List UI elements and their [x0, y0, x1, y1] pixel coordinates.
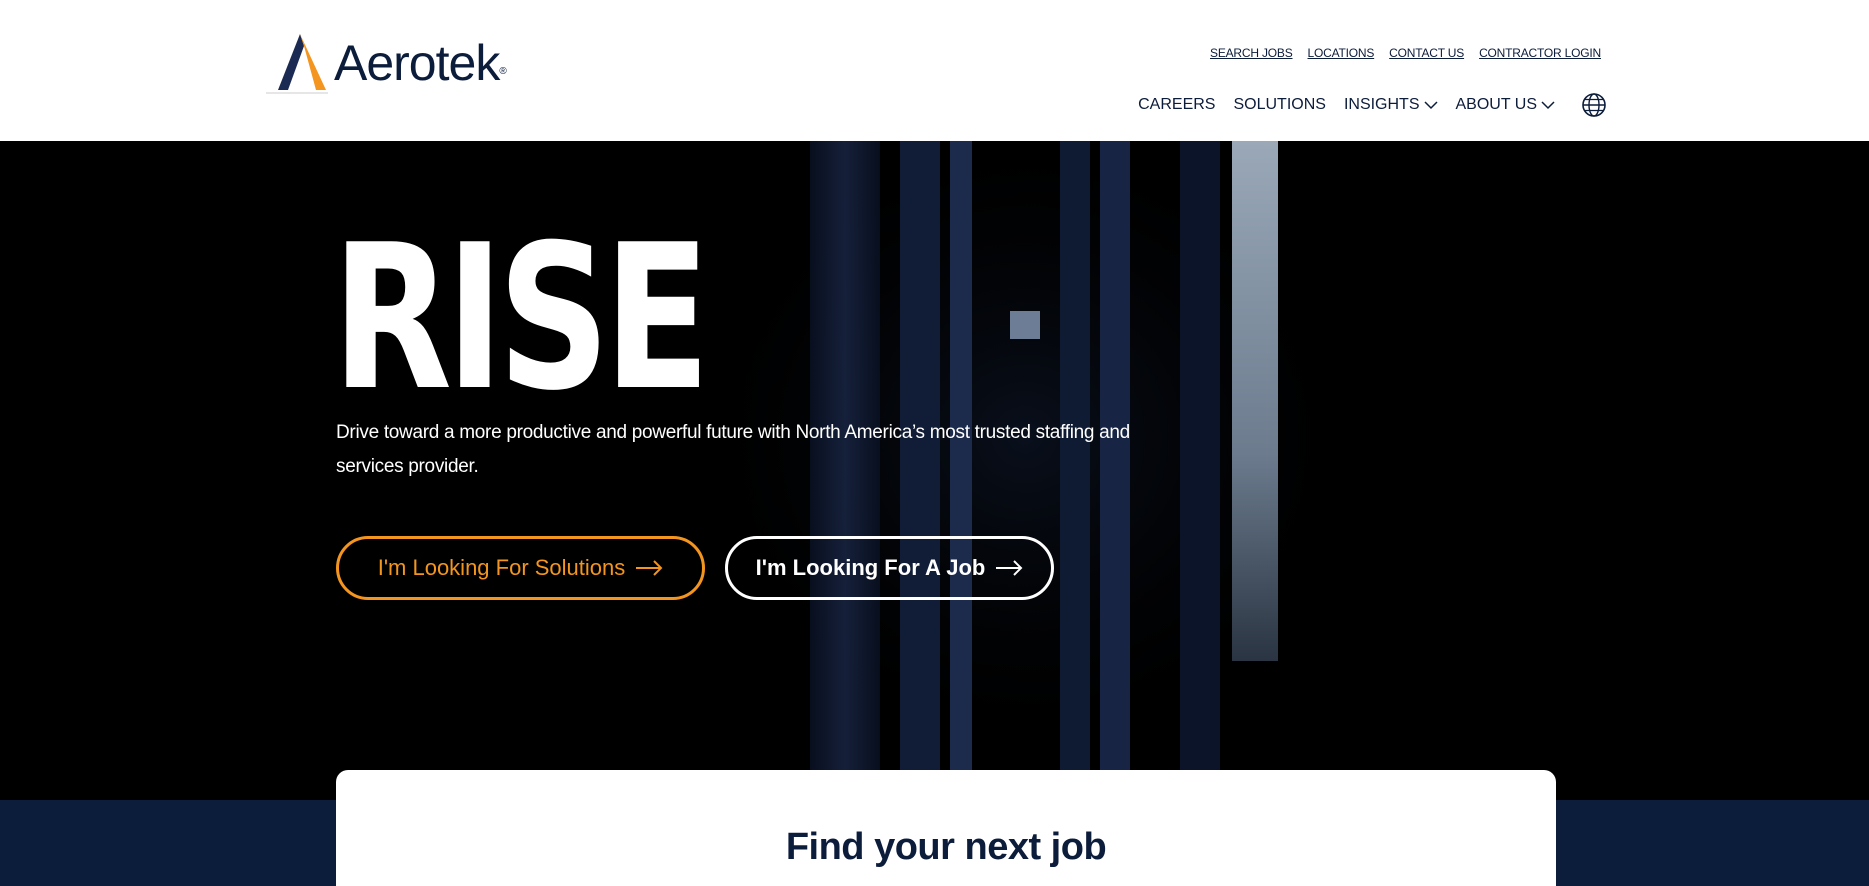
contractor-login-link[interactable]: CONTRACTOR LOGIN: [1479, 46, 1601, 60]
nav-about-us-label: ABOUT US: [1455, 96, 1538, 113]
aerotek-logo-icon: [266, 34, 328, 94]
globe-icon[interactable]: [1581, 92, 1607, 118]
hero-title: RISE: [332, 202, 710, 435]
main-nav: CAREERS SOLUTIONS INSIGHTS ABOUT US: [1138, 92, 1607, 118]
registered-mark: ®: [499, 65, 507, 77]
looking-for-solutions-label: I'm Looking For Solutions: [377, 555, 626, 580]
site-header: Aerotek ® SEARCH JOBS LOCATIONS CONTACT …: [0, 0, 1869, 141]
looking-for-solutions-button[interactable]: I'm Looking For Solutions: [336, 536, 705, 600]
arrow-right-icon: [996, 560, 1023, 576]
looking-for-job-label: I'm Looking For A Job: [755, 555, 986, 580]
search-jobs-link[interactable]: SEARCH JOBS: [1210, 46, 1293, 60]
nav-careers-label: CAREERS: [1138, 96, 1216, 113]
nav-insights[interactable]: INSIGHTS: [1344, 96, 1438, 114]
nav-solutions-label: SOLUTIONS: [1233, 96, 1326, 113]
hero-section: RISE Drive toward a more productive and …: [0, 141, 1869, 800]
aerotek-logo[interactable]: Aerotek ®: [266, 32, 507, 94]
arrow-right-icon: [636, 560, 663, 576]
job-search-title: Find your next job: [785, 826, 1107, 868]
logo-wordmark: Aerotek: [334, 35, 500, 91]
chevron-down-icon: [1541, 101, 1555, 110]
nav-about-us[interactable]: ABOUT US: [1456, 96, 1556, 114]
nav-careers[interactable]: CAREERS: [1138, 96, 1215, 114]
job-search-card: Find your next job: [336, 770, 1556, 886]
hero-subtitle: Drive toward a more productive and power…: [336, 422, 1130, 477]
nav-solutions[interactable]: SOLUTIONS: [1233, 96, 1325, 114]
contact-us-link[interactable]: CONTACT US: [1389, 46, 1464, 60]
chevron-down-icon: [1423, 101, 1438, 110]
utility-nav: SEARCH JOBS LOCATIONS CONTACT US CONTRAC…: [1210, 46, 1601, 60]
locations-link[interactable]: LOCATIONS: [1308, 46, 1375, 60]
nav-insights-label: INSIGHTS: [1343, 96, 1420, 113]
looking-for-job-button[interactable]: I'm Looking For A Job: [725, 536, 1054, 600]
